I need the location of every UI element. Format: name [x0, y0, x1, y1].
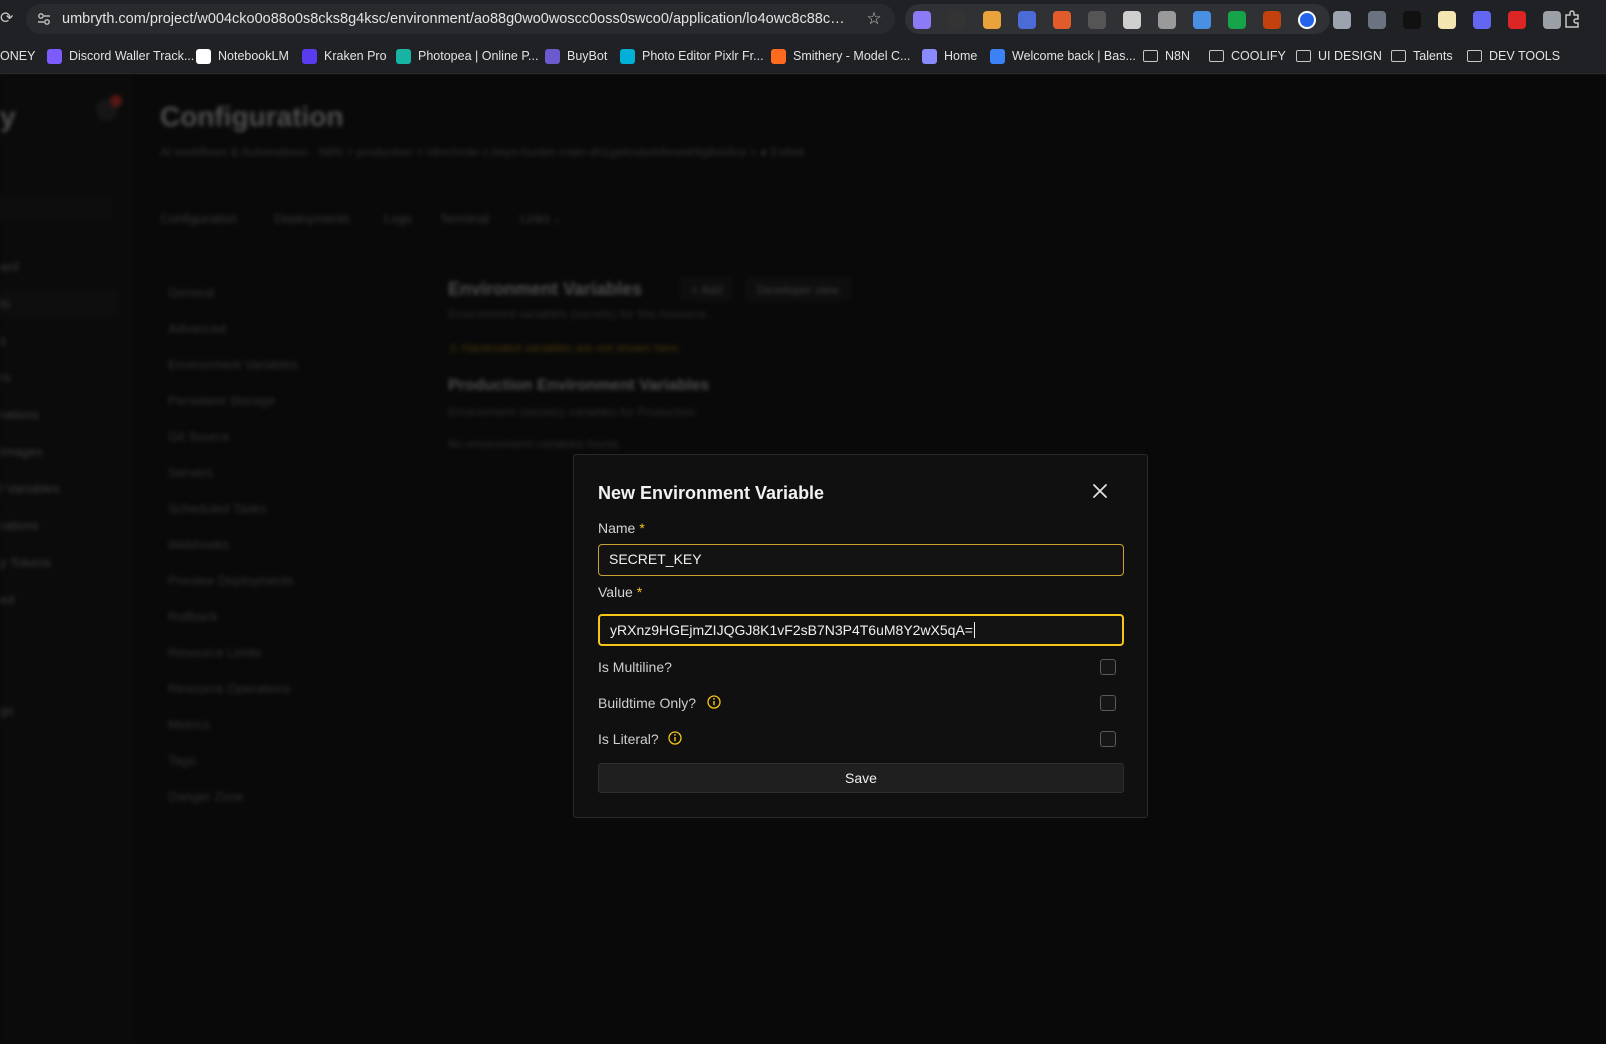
favicon-icon — [922, 49, 937, 64]
ext-7-icon[interactable] — [1123, 11, 1141, 29]
ext-15-icon[interactable] — [1403, 11, 1421, 29]
site-info-icon[interactable] — [36, 11, 52, 27]
ext-18-icon[interactable] — [1508, 11, 1526, 29]
bookmark-label: Kraken Pro — [324, 49, 387, 63]
name-label: Name * — [598, 520, 645, 536]
required-mark: * — [639, 520, 645, 536]
bookmark-item[interactable]: ONEY — [0, 38, 35, 74]
extensions-bar — [905, 4, 1561, 34]
bookmark-star-icon[interactable]: ☆ — [865, 10, 883, 28]
bookmark-label: BuyBot — [567, 49, 608, 63]
literal-checkbox[interactable] — [1100, 731, 1116, 747]
value-input[interactable]: yRXnz9HGEjmZIJQGJ8K1vF2sB7N3P4T6uM8Y2wX5… — [598, 614, 1124, 646]
value-label-text: Value — [598, 584, 633, 600]
buildtime-label: Buildtime Only? — [598, 695, 697, 711]
multiline-checkbox[interactable] — [1100, 659, 1116, 675]
ext-4-icon[interactable] — [1018, 11, 1036, 29]
bookmark-label: Photo Editor Pixlr Fr... — [642, 49, 764, 63]
bookmarks-bar: ONEY Discord Waller Track... NotebookLM Kra… — [0, 38, 1606, 74]
name-input[interactable]: SECRET_KEY — [598, 544, 1124, 576]
favicon-icon — [771, 49, 786, 64]
text-caret — [973, 622, 975, 638]
ext-10-icon[interactable] — [1228, 11, 1246, 29]
reload-icon[interactable]: ⟳ — [0, 9, 13, 29]
bookmark-label: Talents — [1413, 49, 1453, 63]
bookmark-label: COOLIFY — [1231, 49, 1286, 63]
close-icon[interactable] — [1089, 480, 1111, 502]
bookmark-label: ONEY — [0, 49, 36, 63]
bookmark-label: Home — [944, 49, 978, 63]
url-text[interactable]: umbryth.com/project/w004cko0o88o0s8cks8g… — [62, 4, 852, 34]
ext-11-icon[interactable] — [1263, 11, 1281, 29]
folder-icon — [1391, 50, 1406, 62]
folder-icon — [1143, 50, 1158, 62]
ext-19-icon[interactable] — [1543, 11, 1561, 29]
bookmark-label: UI DESIGN — [1318, 49, 1382, 63]
bookmark-label: N8N — [1165, 49, 1191, 63]
ext-9-icon[interactable] — [1193, 11, 1211, 29]
folder-icon — [1296, 50, 1311, 62]
bookmark-label: DEV TOOLS — [1489, 49, 1561, 63]
bookmark-label: Welcome back | Bas... — [1012, 49, 1136, 63]
folder-icon — [1467, 50, 1482, 62]
info-icon[interactable] — [668, 731, 682, 745]
save-button[interactable]: Save — [598, 763, 1124, 793]
ext-2-icon[interactable] — [948, 11, 966, 29]
extensions-puzzle-icon[interactable] — [1562, 9, 1582, 29]
bookmark-label: NotebookLM — [218, 49, 289, 63]
multiline-label: Is Multiline? — [598, 659, 672, 675]
bookmark-label: Photopea | Online P... — [418, 49, 539, 63]
multiline-option: Is Multiline? — [598, 657, 1124, 679]
literal-label: Is Literal? — [598, 731, 659, 747]
address-bar[interactable]: umbryth.com/project/w004cko0o88o0s8cks8g… — [26, 4, 895, 34]
buildtime-option: Buildtime Only? — [598, 693, 1124, 715]
new-env-var-modal: New Environment Variable Name * SECRET_KE… — [573, 454, 1148, 818]
ext-13-icon[interactable] — [1333, 11, 1351, 29]
required-mark: * — [636, 584, 643, 600]
favicon-icon — [620, 49, 635, 64]
bookmark-label: Discord Waller Track... — [69, 49, 195, 63]
favicon-icon — [47, 49, 62, 64]
ext-16-icon[interactable] — [1438, 11, 1456, 29]
value-label: Value * — [598, 584, 642, 600]
ext-5-icon[interactable] — [1053, 11, 1071, 29]
favicon-icon — [302, 49, 317, 64]
name-label-text: Name — [598, 520, 636, 536]
ext-8-icon[interactable] — [1158, 11, 1176, 29]
name-input-value: SECRET_KEY — [609, 551, 702, 567]
browser-toolbar: ⟳ umbryth.com/project/w004cko0o88o0s8cks… — [0, 0, 1606, 38]
ext-12-icon[interactable] — [1298, 11, 1316, 29]
ext-14-icon[interactable] — [1368, 11, 1386, 29]
ext-17-icon[interactable] — [1473, 11, 1491, 29]
info-icon[interactable] — [707, 695, 721, 709]
favicon-icon — [545, 49, 560, 64]
buildtime-checkbox[interactable] — [1100, 695, 1116, 711]
favicon-icon — [396, 49, 411, 64]
modal-title: New Environment Variable — [598, 483, 825, 503]
bookmark-label: Smithery - Model C... — [793, 49, 911, 63]
literal-option: Is Literal? — [598, 729, 1124, 751]
ext-3-icon[interactable] — [983, 11, 1001, 29]
favicon-icon — [990, 49, 1005, 64]
folder-icon — [1209, 50, 1224, 62]
ext-1-icon[interactable] — [913, 11, 931, 29]
ext-6-icon[interactable] — [1088, 11, 1106, 29]
value-input-value: yRXnz9HGEjmZIJQGJ8K1vF2sB7N3P4T6uM8Y2wX5… — [610, 622, 973, 638]
favicon-icon — [196, 49, 211, 64]
